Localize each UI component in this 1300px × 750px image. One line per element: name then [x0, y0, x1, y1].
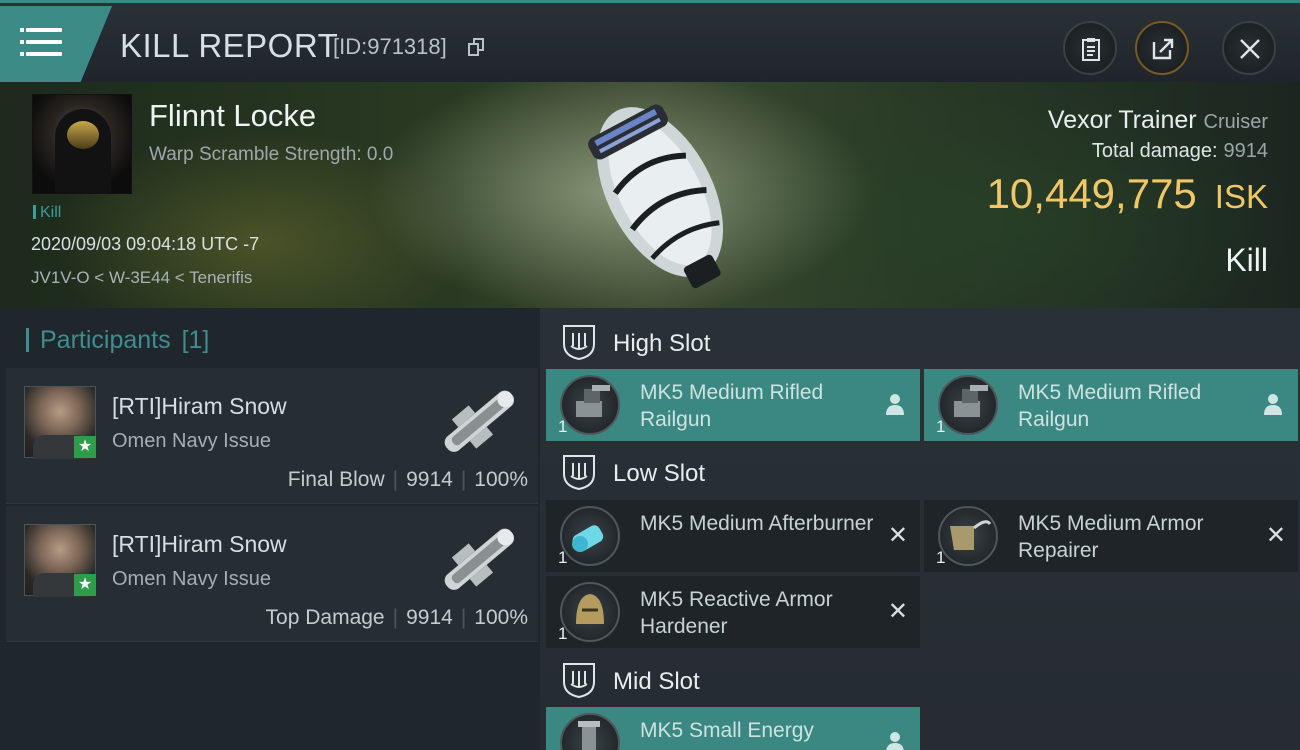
module-quantity: 1 — [558, 548, 568, 567]
module-slot[interactable]: 1 MK5 Medium Rifled Railgun — [924, 369, 1298, 441]
attacker-ship-icon — [444, 528, 515, 590]
module-slot[interactable]: 1 MK5 Reactive Armor Hardener ✕ — [546, 576, 920, 648]
close-icon — [1240, 39, 1260, 59]
participant-damage: 9914 — [406, 606, 453, 629]
pilot-icon — [886, 394, 904, 415]
top-bar: KILL REPORT [ID:971318] — [0, 0, 1300, 82]
low-slot-header: Low Slot — [554, 450, 1294, 496]
module-quantity: 1 — [558, 417, 568, 436]
participant-ship: Omen Navy Issue — [112, 568, 271, 590]
module-name: MK5 Reactive Armor Hardener — [640, 588, 833, 638]
module-slot[interactable]: 1 MK5 Medium Afterburner ✕ — [546, 500, 920, 572]
participant-row[interactable]: ★ [RTI]Hiram Snow Omen Navy Issue Top Da… — [6, 506, 538, 642]
high-slot-label: High Slot — [613, 330, 711, 357]
clipboard-button[interactable] — [1063, 21, 1117, 75]
hamburger-menu-icon[interactable] — [20, 28, 62, 58]
copy-icon[interactable] — [468, 38, 484, 56]
victim-portrait[interactable] — [32, 94, 132, 194]
afterburner-icon — [560, 506, 620, 566]
module-name: MK5 Medium Armor Repairer — [1018, 512, 1204, 562]
participant-role: Final Blow — [287, 468, 385, 491]
participant-stats: Top Damage | 9914 | 100% — [266, 606, 528, 630]
kill-location[interactable]: JV1V-O < W-3E44 < Tenerifis — [31, 268, 252, 288]
victim-ship[interactable]: Vexor Trainer Cruiser — [1048, 106, 1268, 135]
slot-shield-icon — [563, 663, 595, 698]
isk-amount: 10,449,775 — [986, 170, 1197, 217]
participants-title: Participants — [40, 326, 171, 354]
railgun-icon — [560, 375, 620, 435]
participant-role: Top Damage — [265, 606, 385, 629]
energy-module-icon — [560, 713, 620, 750]
victim-ship-render — [588, 104, 724, 289]
stat-separator: | — [392, 468, 399, 491]
module-name: MK5 Medium Afterburner — [640, 512, 874, 535]
fitting-panel: High Slot 1 MK5 Medium Rifled Railgun 1 … — [540, 308, 1300, 750]
kill-id: [ID:971318] — [333, 34, 447, 59]
module-quantity: 1 — [558, 624, 568, 643]
isk-value: 10,449,775 ISK — [987, 170, 1268, 218]
participant-ship: Omen Navy Issue — [112, 430, 271, 452]
kill-result: Kill — [1225, 242, 1268, 278]
total-damage-value: 9914 — [1223, 140, 1269, 162]
participant-percent: 100% — [474, 468, 528, 491]
low-slot-label: Low Slot — [613, 460, 706, 487]
participant-damage: 9914 — [406, 468, 453, 491]
slot-shield-icon — [563, 325, 595, 360]
star-icon: ★ — [74, 574, 96, 596]
module-quantity: 1 — [936, 548, 946, 567]
module-name: MK5 Small Energy — [640, 719, 814, 742]
participant-name: [RTI]Hiram Snow — [112, 393, 287, 419]
victim-ship-class: Cruiser — [1203, 111, 1268, 133]
participants-panel: Participants [1] ★ [RTI]Hiram Snow Omen … — [0, 308, 540, 750]
kill-tag: Kill — [33, 204, 61, 222]
participant-name: [RTI]Hiram Snow — [112, 531, 287, 557]
page-title: KILL REPORT — [120, 27, 339, 64]
attacker-ship-icon — [444, 390, 515, 452]
stat-separator: | — [392, 606, 399, 629]
total-damage-label: Total damage: — [1091, 140, 1218, 162]
module-quantity: 1 — [936, 417, 946, 436]
stat-separator: | — [460, 606, 467, 629]
warp-scramble-strength: Warp Scramble Strength: 0.0 — [149, 144, 394, 165]
module-name: MK5 Medium Rifled Railgun — [1018, 381, 1202, 431]
share-button[interactable] — [1135, 21, 1189, 75]
destroyed-icon: ✕ — [887, 598, 908, 625]
participants-header: Participants [1] — [26, 326, 209, 355]
module-slot[interactable]: 1 MK5 Medium Rifled Railgun — [546, 369, 920, 441]
high-slot-header: High Slot — [554, 320, 1294, 366]
destroyed-icon: ✕ — [887, 522, 908, 549]
star-icon: ★ — [74, 436, 96, 458]
module-slot[interactable]: 1 MK5 Medium Armor Repairer ✕ — [924, 500, 1298, 572]
victim-ship-name: Vexor Trainer — [1047, 106, 1197, 134]
pilot-icon — [886, 732, 904, 750]
participant-row[interactable]: ★ [RTI]Hiram Snow Omen Navy Issue Final … — [6, 368, 538, 504]
menu-button[interactable] — [0, 6, 112, 82]
armor-repairer-icon — [938, 506, 998, 566]
module-slot[interactable]: 1 MK5 Small Energy — [546, 707, 920, 750]
participants-count: [1] — [181, 326, 210, 354]
close-button[interactable] — [1222, 21, 1276, 75]
share-icon — [1152, 38, 1174, 60]
armor-hardener-icon — [560, 582, 620, 642]
isk-unit: ISK — [1214, 178, 1268, 215]
kill-timestamp: 2020/09/03 09:04:18 UTC -7 — [31, 234, 260, 254]
participant-portrait[interactable]: ★ — [24, 524, 96, 597]
participant-percent: 100% — [474, 606, 528, 629]
pilot-icon — [1264, 394, 1282, 415]
kill-summary-banner: Flinnt Locke Warp Scramble Strength: 0.0… — [0, 82, 1300, 308]
victim-name[interactable]: Flinnt Locke — [149, 98, 316, 134]
total-damage: Total damage: 9914 — [1092, 140, 1268, 163]
stat-separator: | — [460, 468, 467, 491]
clipboard-icon — [1082, 38, 1100, 61]
destroyed-icon: ✕ — [1265, 522, 1286, 549]
participant-portrait[interactable]: ★ — [24, 386, 96, 459]
module-name: MK5 Medium Rifled Railgun — [640, 381, 824, 431]
railgun-icon — [938, 375, 998, 435]
participant-stats: Final Blow | 9914 | 100% — [288, 468, 528, 492]
mid-slot-label: Mid Slot — [613, 668, 700, 695]
slot-shield-icon — [563, 455, 595, 490]
mid-slot-header: Mid Slot — [554, 658, 1294, 704]
